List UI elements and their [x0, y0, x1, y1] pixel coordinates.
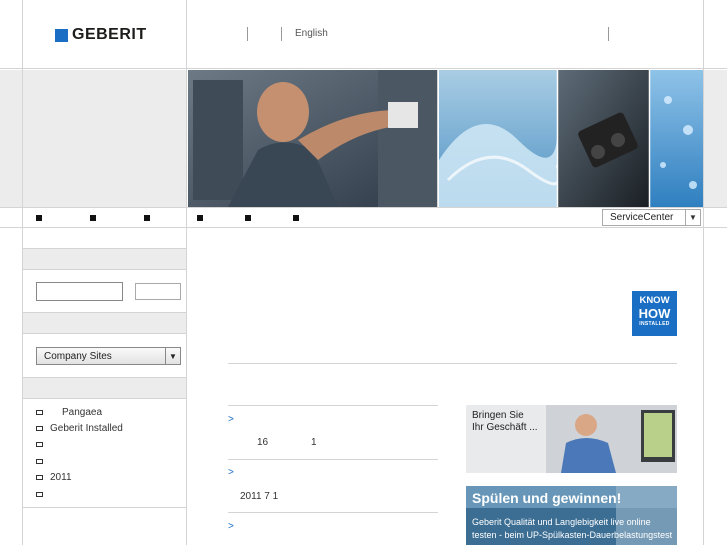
sidebar-link[interactable]: [36, 486, 123, 502]
sidebar-link[interactable]: Pangaea: [36, 404, 123, 420]
service-center-select[interactable]: ServiceCenter ▼: [602, 209, 701, 226]
badge-line: INSTALLED: [639, 320, 670, 327]
service-center-label: ServiceCenter: [610, 212, 674, 223]
nav-item-bullet[interactable]: [245, 215, 251, 221]
sidebar-link[interactable]: [36, 437, 123, 453]
header-divider: [0, 68, 727, 69]
sidebar-bottom-divider: [23, 507, 186, 508]
contest-subtitle: Geberit Qualität und Langlebigkeit live …: [472, 516, 672, 542]
promo-text: Bringen Sie Ihr Geschäft ...: [472, 410, 538, 434]
search-button[interactable]: [135, 283, 181, 300]
header-separator: [281, 27, 282, 41]
banner-left-panel: [0, 70, 22, 207]
nav-item-bullet[interactable]: [197, 215, 203, 221]
badge-line: HOW: [638, 305, 671, 321]
language-link-english[interactable]: English: [295, 28, 328, 39]
news-divider: [228, 459, 438, 460]
news-date: 2011 7 1: [240, 491, 279, 502]
sidebar-link-label: 2011: [50, 472, 72, 484]
nav-divider: [0, 227, 727, 228]
header-separator: [247, 27, 248, 41]
nav-item-bullet[interactable]: [36, 215, 42, 221]
news-divider: [228, 405, 438, 406]
window-icon: [36, 475, 43, 481]
news-arrow-icon[interactable]: >: [228, 414, 234, 425]
window-icon: [36, 491, 43, 497]
window-icon: [36, 426, 43, 432]
header-separator: [608, 27, 609, 41]
sidebar-link[interactable]: Geberit Installed: [36, 420, 123, 436]
contest-line: Geberit Qualität und Langlebigkeit live …: [472, 517, 651, 527]
sidebar-link[interactable]: 2011: [36, 470, 123, 486]
sidebar-link-list: Pangaea Geberit Installed 2011: [36, 404, 123, 502]
company-sites-select[interactable]: Company Sites ▼: [36, 347, 181, 365]
badge-line: KNOW: [639, 295, 670, 306]
sidebar-section-header: [23, 248, 186, 270]
news-arrow-icon[interactable]: >: [228, 467, 234, 478]
sidebar-section-header: [23, 312, 186, 334]
flush-contest-banner[interactable]: Spülen und gewinnen! Geberit Qualität un…: [466, 486, 677, 545]
sidebar-link[interactable]: [36, 453, 123, 469]
nav-item-bullet[interactable]: [144, 215, 150, 221]
news-arrow-icon[interactable]: >: [228, 521, 234, 532]
banner-right-panel: [704, 70, 727, 207]
window-icon: [36, 442, 43, 448]
content-divider: [228, 363, 677, 364]
nav-item-bullet[interactable]: [293, 215, 299, 221]
nav-item-bullet[interactable]: [90, 215, 96, 221]
chevron-down-icon: ▼: [685, 210, 700, 225]
window-icon: [36, 409, 43, 415]
contest-line: testen - beim UP-Spülkasten-Dauerbelastu…: [472, 530, 673, 540]
promo-line: Bringen Sie: [472, 410, 524, 421]
sidebar-link-label: Geberit Installed: [50, 423, 123, 435]
sidebar-section-header: [23, 377, 186, 399]
sidebar-link-label: Pangaea: [62, 406, 103, 418]
grid-line-sidebar: [186, 0, 187, 545]
logo-square-icon: [55, 28, 68, 42]
company-sites-label: Company Sites: [44, 350, 112, 362]
news-divider: [228, 512, 438, 513]
contest-title: Spülen und gewinnen!: [472, 490, 622, 506]
promo-line: Ihr Geschäft ...: [472, 422, 538, 433]
business-promo-banner[interactable]: Bringen Sie Ihr Geschäft ...: [466, 405, 677, 473]
header-banner-image: [188, 70, 703, 207]
banner-sidebar-panel: [23, 70, 186, 207]
logo-text: GEBERIT: [72, 26, 147, 43]
geberit-logo[interactable]: GEBERIT: [55, 26, 147, 44]
search-input[interactable]: [36, 282, 123, 301]
news-date: 16: [257, 437, 269, 448]
news-date: 1: [311, 437, 317, 448]
chevron-down-icon: ▼: [165, 348, 180, 364]
know-how-installed-badge[interactable]: KNOW HOW INSTALLED: [632, 291, 677, 336]
window-icon: [36, 458, 43, 464]
banner-divider: [0, 207, 727, 208]
